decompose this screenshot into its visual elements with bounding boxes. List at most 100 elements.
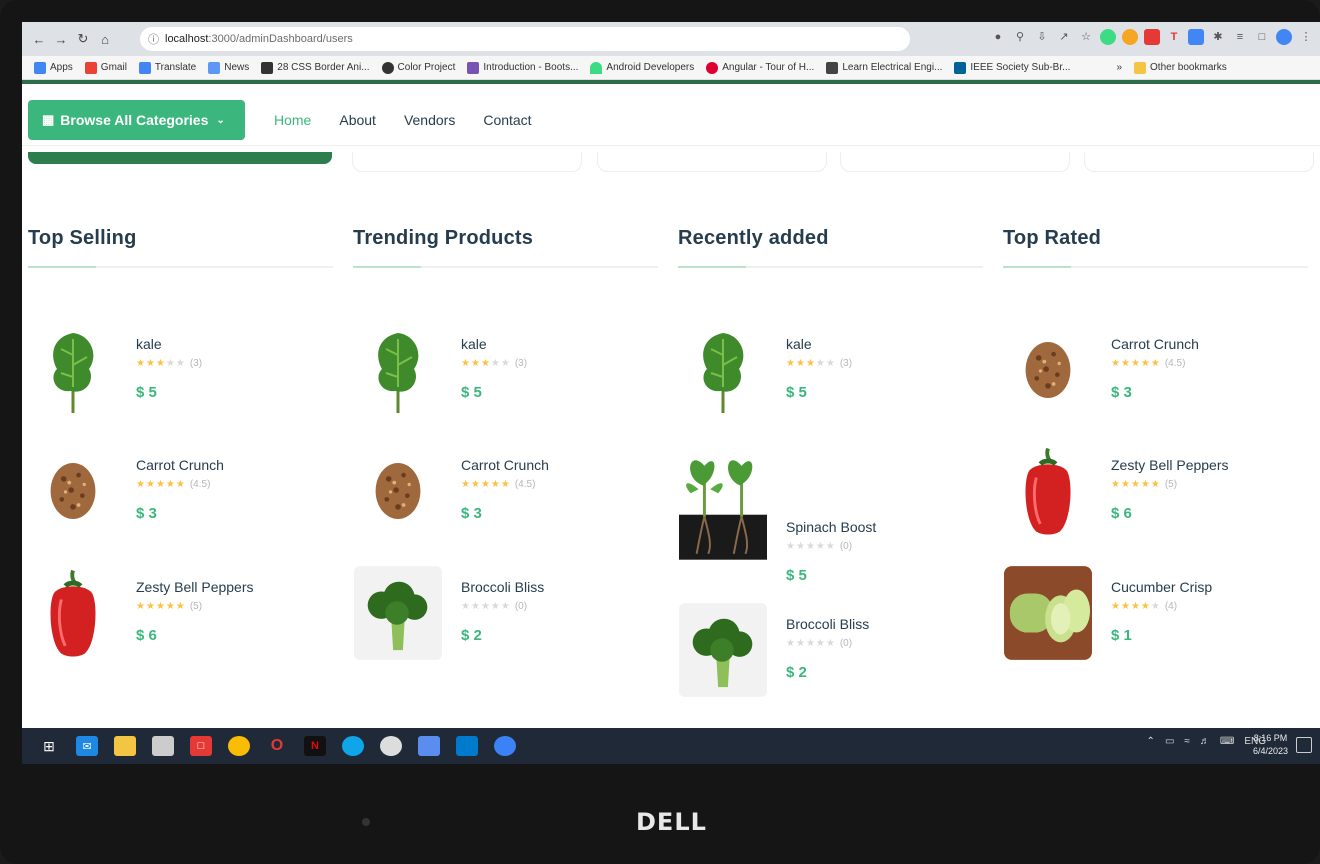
product-item[interactable]: Broccoli Bliss ★★★★★ (0) $ 2 <box>678 602 983 702</box>
product-name[interactable]: Carrot Crunch <box>461 457 549 473</box>
product-item[interactable]: Spinach Boost ★★★★★ (0) $ 5 <box>678 457 983 584</box>
product-name[interactable]: kale <box>786 336 812 352</box>
product-item[interactable]: Broccoli Bliss ★★★★★ (0) $ 2 <box>353 565 658 665</box>
extension-blue-icon[interactable] <box>1188 29 1204 45</box>
file-explorer-icon[interactable] <box>114 736 136 756</box>
bookmark-item[interactable]: Gmail <box>84 61 127 74</box>
other-bookmarks[interactable]: Other bookmarks <box>1134 61 1227 74</box>
menu-contact[interactable]: Contact <box>483 112 531 128</box>
star-icon: ★ <box>1120 358 1131 369</box>
bookmark-item[interactable]: IEEE Society Sub-Br... <box>954 61 1070 74</box>
product-name[interactable]: Broccoli Bliss <box>461 579 544 595</box>
address-bar[interactable]: ⓘ localhost:3000/adminDashboard/users <box>140 27 910 51</box>
pepper-image-icon[interactable] <box>28 565 118 661</box>
product-name[interactable]: Zesty Bell Peppers <box>136 579 254 595</box>
app-icon[interactable] <box>380 736 402 756</box>
extension-red-icon[interactable] <box>1144 29 1160 45</box>
keyboard-icon[interactable]: ⌨ <box>1220 736 1234 747</box>
share-icon[interactable]: ↗ <box>1056 29 1072 45</box>
product-item[interactable]: Carrot Crunch ★★★★★ (4.5) $ 3 <box>353 443 658 543</box>
menu-vendors[interactable]: Vendors <box>404 112 455 128</box>
back-icon[interactable]: ← <box>28 32 50 47</box>
rating-stars: ★★★★★ (4.5) <box>136 479 210 490</box>
location-icon[interactable]: ● <box>990 29 1006 45</box>
broccoli-image-icon[interactable] <box>353 565 443 661</box>
bookmark-item[interactable]: Android Developers <box>590 61 694 74</box>
extension-green-icon[interactable] <box>1100 29 1116 45</box>
edge-icon[interactable] <box>342 736 364 756</box>
forward-icon[interactable]: → <box>50 32 72 47</box>
mail-icon[interactable]: ✉ <box>76 736 98 756</box>
bookmark-item[interactable]: 28 CSS Border Ani... <box>261 61 370 74</box>
bookmark-item[interactable]: News <box>208 61 249 74</box>
menu-home[interactable]: Home <box>274 112 311 128</box>
rating-count: (3) <box>514 358 528 369</box>
side-panel-icon[interactable]: □ <box>1254 29 1270 45</box>
home-icon[interactable]: ⌂ <box>94 32 116 47</box>
pepper-image-icon[interactable] <box>1003 443 1093 539</box>
chrome-menu-icon[interactable]: ⋮ <box>1298 29 1314 45</box>
bookmark-item[interactable]: Color Project <box>381 61 455 74</box>
product-name[interactable]: Spinach Boost <box>786 519 876 535</box>
more-bookmarks[interactable]: » <box>1116 62 1122 73</box>
profile-avatar-icon[interactable] <box>1276 29 1292 45</box>
vscode-icon[interactable] <box>456 736 478 756</box>
extensions-puzzle-icon[interactable]: ✱ <box>1210 29 1226 45</box>
broccoli-image-icon[interactable] <box>678 602 768 698</box>
product-name[interactable]: Carrot Crunch <box>1111 336 1199 352</box>
spinach-image-icon[interactable] <box>678 437 768 567</box>
product-item[interactable]: kale ★★★★★ (3) $ 5 <box>28 322 333 422</box>
cucumber-image-icon[interactable] <box>1003 565 1093 661</box>
product-item[interactable]: Zesty Bell Peppers ★★★★★ (5) $ 6 <box>28 565 333 665</box>
extension-orange-icon[interactable] <box>1122 29 1138 45</box>
menu-about[interactable]: About <box>339 112 376 128</box>
reading-list-icon[interactable]: ≡ <box>1232 29 1248 45</box>
cookie-image-icon[interactable] <box>353 443 443 539</box>
kale-image-icon[interactable] <box>28 322 118 418</box>
store-icon[interactable] <box>152 736 174 756</box>
gift-icon[interactable]: □ <box>190 736 212 756</box>
star-icon: ★ <box>480 601 491 612</box>
volume-icon[interactable]: ♬ <box>1200 736 1210 747</box>
cookie-image-icon[interactable] <box>28 443 118 539</box>
clock[interactable]: 8:16 PM 6/4/2023 <box>1253 732 1288 758</box>
netflix-icon[interactable]: N <box>304 736 326 756</box>
bookmark-item[interactable]: Apps <box>34 61 73 74</box>
product-name[interactable]: Carrot Crunch <box>136 457 224 473</box>
product-name[interactable]: kale <box>461 336 487 352</box>
product-item[interactable]: Carrot Crunch ★★★★★ (4.5) $ 3 <box>28 443 333 543</box>
cookie-image-icon[interactable] <box>1003 322 1093 418</box>
product-item[interactable]: Cucumber Crisp ★★★★★ (4) $ 1 <box>1003 565 1308 665</box>
product-name[interactable]: Broccoli Bliss <box>786 616 869 632</box>
bookmark-star-icon[interactable]: ☆ <box>1078 29 1094 45</box>
network-app-icon[interactable] <box>418 736 440 756</box>
bookmark-item[interactable]: Angular - Tour of H... <box>706 61 814 74</box>
chrome-icon[interactable] <box>228 736 250 756</box>
bookmark-item[interactable]: Learn Electrical Engi... <box>826 61 942 74</box>
notification-icon[interactable] <box>1296 737 1312 753</box>
windows-start-icon[interactable]: ⊞ <box>38 736 60 756</box>
extension-tp-icon[interactable]: T <box>1166 29 1182 45</box>
key-icon[interactable]: ⚲ <box>1012 29 1028 45</box>
product-name[interactable]: kale <box>136 336 162 352</box>
kale-image-icon[interactable] <box>353 322 443 418</box>
bookmark-item[interactable]: Introduction - Boots... <box>467 61 578 74</box>
chevron-up-icon[interactable]: ⌃ <box>1147 736 1155 747</box>
reload-icon[interactable]: ↻ <box>72 31 94 47</box>
browse-categories-button[interactable]: ▦ Browse All Categories ⌄ <box>28 100 245 140</box>
install-icon[interactable]: ⇩ <box>1034 29 1050 45</box>
product-name[interactable]: Zesty Bell Peppers <box>1111 457 1229 473</box>
product-item[interactable]: Zesty Bell Peppers ★★★★★ (5) $ 6 <box>1003 443 1308 543</box>
kale-image-icon[interactable] <box>678 322 768 418</box>
wifi-icon[interactable]: ≈ <box>1184 736 1190 747</box>
product-name[interactable]: Cucumber Crisp <box>1111 579 1212 595</box>
product-item[interactable]: Carrot Crunch ★★★★★ (4.5) $ 3 <box>1003 322 1308 422</box>
product-item[interactable]: kale ★★★★★ (3) $ 5 <box>353 322 658 422</box>
product-item[interactable]: kale ★★★★★ (3) $ 5 <box>678 322 983 422</box>
folder-icon <box>1134 61 1147 74</box>
bookmark-item[interactable]: Translate <box>138 61 196 74</box>
webcam-dot <box>362 818 370 826</box>
browser-app-icon[interactable] <box>494 736 516 756</box>
opera-icon[interactable]: O <box>266 736 288 756</box>
battery-icon[interactable]: ▭ <box>1165 736 1174 747</box>
